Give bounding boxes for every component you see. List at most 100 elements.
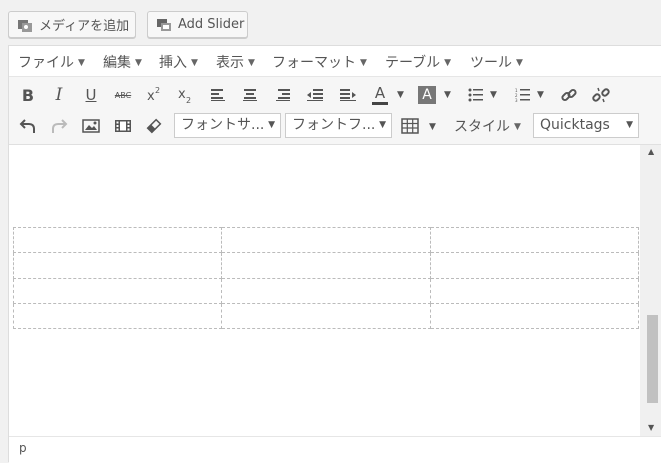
add-slider-label: Add Slider — [178, 17, 245, 32]
table-row — [12, 277, 640, 304]
chevron-down-icon: ▼ — [514, 122, 521, 132]
table-cell[interactable] — [429, 226, 640, 254]
editor: ファイル ▼ 編集 ▼ 挿入 ▼ 表示 ▼ フォーマット ▼ テーブル ▼ ツール ▼ B I… — [8, 45, 661, 463]
table-cell[interactable] — [429, 302, 640, 330]
table-icon[interactable] — [398, 114, 422, 138]
italic-glyph: I — [55, 85, 63, 105]
table-row — [12, 302, 640, 330]
table-row — [12, 226, 640, 254]
menu-view-label: 表示 — [216, 55, 244, 71]
menu-edit-label: 編集 — [103, 55, 131, 71]
table-cell[interactable] — [221, 277, 431, 304]
numbered-list-dropdown-icon[interactable]: ▼ — [537, 90, 544, 100]
svg-text:3: 3 — [515, 98, 518, 102]
table-cell[interactable] — [429, 252, 640, 279]
text-color-glyph: A — [374, 83, 386, 102]
superscript-icon[interactable]: x2 — [142, 83, 166, 107]
chevron-down-icon: ▼ — [626, 120, 633, 130]
bullet-list-icon[interactable] — [464, 83, 488, 107]
text-color-icon[interactable]: A — [368, 83, 392, 107]
table-dropdown-icon[interactable]: ▼ — [429, 122, 436, 132]
indent-icon[interactable] — [336, 83, 360, 107]
background-color-icon[interactable]: A — [415, 83, 439, 107]
menu-table[interactable]: テーブル ▼ — [385, 52, 451, 72]
strikethrough-icon[interactable]: ABC — [111, 83, 135, 107]
chevron-down-icon: ▼ — [248, 58, 255, 68]
vertical-scrollbar[interactable]: ▲ ▼ — [640, 145, 661, 436]
formatting-toolbar: B I U ABC x2 x2 A ▼ A ▼ ▼ 1 2 3 ▼ フォントサ.… — [9, 77, 661, 145]
editor-content-area[interactable] — [9, 145, 640, 436]
background-color-glyph: A — [422, 87, 432, 103]
menu-file[interactable]: ファイル ▼ — [18, 52, 85, 72]
bold-icon[interactable]: B — [16, 83, 40, 107]
table-cell[interactable] — [12, 252, 223, 279]
table-cell[interactable] — [12, 277, 223, 304]
background-color-swatch: A — [418, 86, 436, 104]
text-color-dropdown-icon[interactable]: ▼ — [397, 90, 404, 100]
text-color-swatch — [372, 101, 388, 105]
align-right-icon[interactable] — [271, 83, 295, 107]
svg-text:2: 2 — [186, 96, 191, 105]
table-cell[interactable] — [221, 252, 431, 279]
media-buttons-bar: メディアを追加 Add Slider — [0, 0, 661, 44]
content-table[interactable] — [12, 226, 640, 330]
underline-icon[interactable]: U — [79, 83, 103, 107]
align-left-icon[interactable] — [206, 83, 230, 107]
underline-glyph: U — [85, 86, 97, 104]
font-family-value: フォントフ... — [292, 117, 376, 133]
menu-file-label: ファイル — [18, 55, 74, 71]
eraser-icon[interactable] — [142, 114, 166, 138]
strike-glyph: ABC — [114, 90, 132, 100]
add-media-label: メディアを追加 — [39, 19, 130, 34]
link-icon[interactable] — [557, 83, 581, 107]
numbered-list-icon[interactable]: 123 — [511, 83, 535, 107]
menu-insert-label: 挿入 — [159, 55, 187, 71]
chevron-down-icon: ▼ — [444, 58, 452, 68]
video-icon[interactable] — [111, 114, 135, 138]
scrollbar-thumb[interactable] — [647, 315, 658, 403]
font-size-select[interactable]: フォントサ... ▼ — [174, 113, 281, 138]
undo-icon[interactable] — [16, 114, 40, 138]
status-bar: p — [9, 436, 661, 463]
chevron-down-icon: ▼ — [191, 58, 198, 68]
bold-glyph: B — [21, 85, 35, 105]
quicktags-select[interactable]: Quicktags ▼ — [533, 113, 639, 138]
svg-text:x: x — [147, 89, 155, 104]
image-icon[interactable] — [79, 114, 103, 138]
table-cell[interactable] — [221, 302, 431, 330]
styles-dropdown[interactable]: スタイル ▼ — [454, 116, 521, 136]
menu-format[interactable]: フォーマット ▼ — [272, 52, 367, 72]
unlink-icon[interactable] — [589, 83, 613, 107]
bullet-list-dropdown-icon[interactable]: ▼ — [490, 90, 497, 100]
add-slider-button[interactable]: Add Slider — [147, 11, 248, 38]
table-cell[interactable] — [221, 226, 431, 254]
menu-insert[interactable]: 挿入 ▼ — [159, 52, 198, 72]
menubar: ファイル ▼ 編集 ▼ 挿入 ▼ 表示 ▼ フォーマット ▼ テーブル ▼ ツール ▼ — [9, 46, 661, 77]
element-path[interactable]: p — [19, 441, 27, 455]
quicktags-value: Quicktags — [540, 117, 610, 133]
background-color-dropdown-icon[interactable]: ▼ — [444, 90, 451, 100]
italic-icon[interactable]: I — [47, 83, 71, 107]
chevron-down-icon: ▼ — [268, 120, 275, 130]
menu-tools-label: ツール — [470, 55, 512, 71]
chevron-down-icon: ▼ — [379, 120, 386, 130]
scroll-down-icon[interactable]: ▼ — [648, 423, 654, 432]
media-icon — [17, 17, 33, 33]
menu-edit[interactable]: 編集 ▼ — [103, 52, 142, 72]
table-cell[interactable] — [429, 277, 640, 304]
menu-tools[interactable]: ツール ▼ — [470, 52, 523, 72]
menu-view[interactable]: 表示 ▼ — [216, 52, 255, 72]
font-family-select[interactable]: フォントフ... ▼ — [285, 113, 392, 138]
outdent-icon[interactable] — [303, 83, 327, 107]
chevron-down-icon: ▼ — [78, 58, 85, 68]
scroll-up-icon[interactable]: ▲ — [648, 147, 654, 156]
chevron-down-icon: ▼ — [360, 58, 367, 68]
menu-format-label: フォーマット — [272, 55, 356, 71]
add-media-button[interactable]: メディアを追加 — [8, 11, 136, 38]
table-cell[interactable] — [12, 226, 223, 254]
redo-icon[interactable] — [47, 114, 71, 138]
subscript-icon[interactable]: x2 — [173, 83, 197, 107]
table-cell[interactable] — [12, 302, 223, 330]
svg-text:2: 2 — [155, 86, 160, 95]
align-center-icon[interactable] — [238, 83, 262, 107]
